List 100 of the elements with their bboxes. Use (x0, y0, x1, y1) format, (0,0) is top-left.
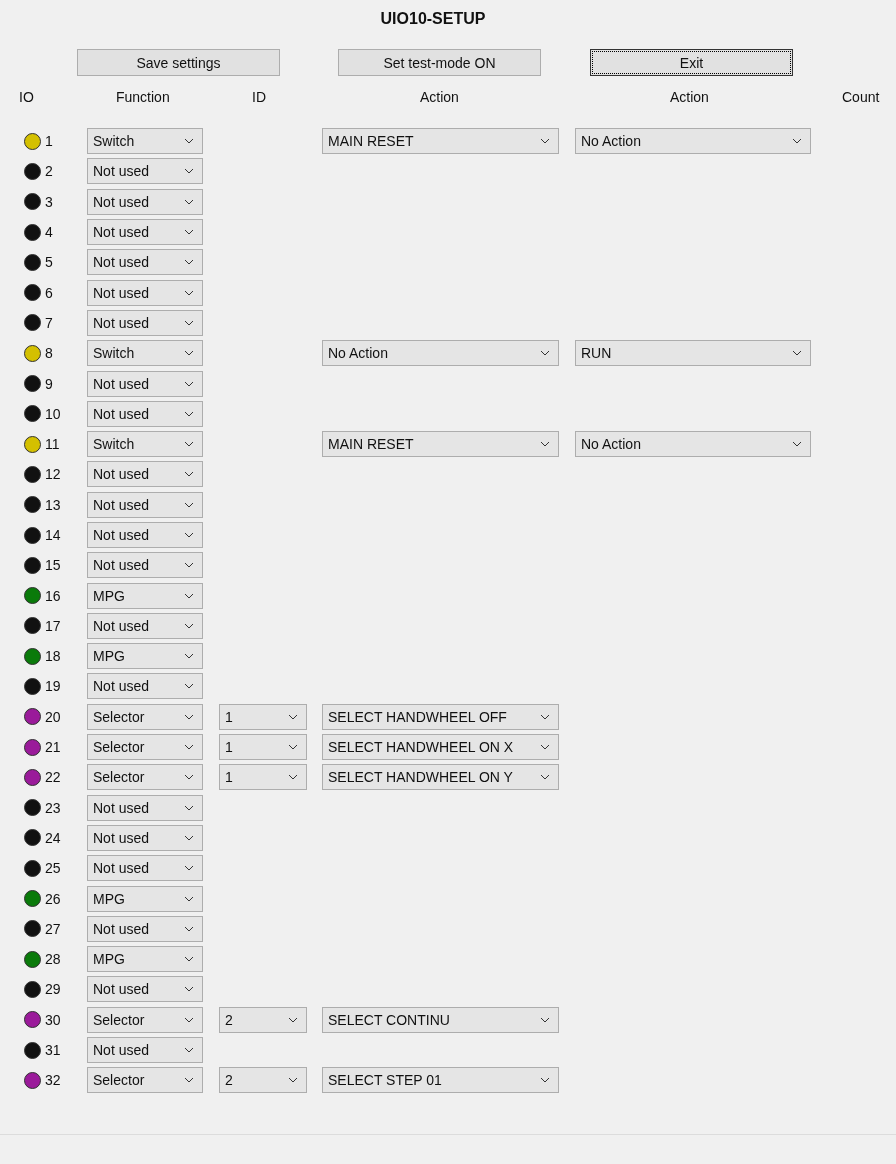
chevron-down-icon (288, 713, 298, 720)
action-dropdown[interactable]: SELECT CONTINU (322, 1006, 559, 1033)
function-dropdown[interactable]: Selector (87, 703, 203, 730)
function-dropdown[interactable]: Switch (87, 340, 203, 367)
action-dropdown[interactable]: SELECT HANDWHEEL ON X (322, 734, 559, 761)
function-dropdown[interactable]: Selector (87, 734, 203, 761)
chevron-down-icon (184, 895, 194, 902)
function-dropdown[interactable]: Switch (87, 128, 203, 155)
chevron-down-icon (540, 713, 550, 720)
column-header: ID (252, 89, 266, 105)
function-dropdown[interactable]: MPG (87, 946, 203, 973)
action-dropdown[interactable]: SELECT STEP 01 (322, 1067, 559, 1094)
chevron-down-icon (184, 441, 194, 448)
io-number: 3 (45, 193, 53, 210)
function-dropdown[interactable]: Not used (87, 915, 203, 942)
chevron-down-icon (184, 380, 194, 387)
action-dropdown[interactable]: MAIN RESET (322, 128, 559, 155)
chevron-down-icon (184, 319, 194, 326)
io-number: 18 (45, 648, 61, 665)
io-number: 14 (45, 527, 61, 543)
function-dropdown[interactable]: Not used (87, 612, 203, 639)
chevron-down-icon (184, 986, 194, 993)
action-dropdown[interactable]: No Action (575, 128, 811, 155)
function-dropdown[interactable]: Not used (87, 522, 203, 548)
io-number: 22 (45, 769, 61, 786)
id-dropdown[interactable]: 1 (219, 734, 307, 761)
io-number: 31 (45, 1042, 61, 1059)
function-dropdown[interactable]: Not used (87, 279, 203, 306)
function-dropdown[interactable]: Not used (87, 673, 203, 700)
chevron-down-icon (540, 441, 550, 448)
function-dropdown[interactable]: Not used (87, 1037, 203, 1064)
chevron-down-icon (184, 289, 194, 296)
chevron-down-icon (288, 744, 298, 751)
function-dropdown[interactable]: MPG (87, 643, 203, 670)
function-dropdown[interactable]: MPG (87, 885, 203, 912)
chevron-down-icon (288, 1077, 298, 1084)
chevron-down-icon (184, 1047, 194, 1054)
function-dropdown[interactable]: Not used (87, 249, 203, 276)
chevron-down-icon (184, 562, 194, 569)
function-dropdown[interactable]: Not used (87, 824, 203, 851)
chevron-down-icon (184, 956, 194, 963)
io-number: 19 (45, 678, 61, 695)
function-dropdown[interactable]: Not used (87, 219, 203, 246)
function-dropdown[interactable]: Selector (87, 764, 203, 791)
function-dropdown[interactable]: Selector (87, 1006, 203, 1033)
id-dropdown[interactable]: 2 (219, 1006, 307, 1033)
action-dropdown[interactable]: RUN (575, 340, 811, 367)
action-dropdown[interactable]: No Action (575, 431, 811, 458)
io-number: 23 (45, 799, 61, 816)
id-dropdown[interactable]: 2 (219, 1067, 307, 1094)
chevron-down-icon (184, 350, 194, 357)
column-header: Action (670, 89, 709, 105)
action-dropdown[interactable]: SELECT HANDWHEEL OFF (322, 703, 559, 730)
io-number: 21 (45, 739, 61, 756)
chevron-down-icon (540, 1016, 550, 1023)
action-dropdown[interactable]: MAIN RESET (322, 431, 559, 458)
function-dropdown[interactable]: Not used (87, 158, 203, 185)
function-dropdown[interactable]: Not used (87, 976, 203, 1003)
function-dropdown[interactable]: Not used (87, 309, 203, 336)
function-dropdown[interactable]: Not used (87, 370, 203, 397)
io-number: 30 (45, 1011, 61, 1028)
chevron-down-icon (184, 713, 194, 720)
io-number: 32 (45, 1072, 61, 1089)
chevron-down-icon (184, 1077, 194, 1084)
id-dropdown[interactable]: 1 (219, 703, 307, 730)
function-dropdown[interactable]: Selector (87, 1067, 203, 1094)
io-number: 6 (45, 284, 53, 301)
io-number: 20 (45, 708, 61, 725)
function-dropdown[interactable]: Not used (87, 461, 203, 488)
chevron-down-icon (184, 138, 194, 145)
action-dropdown[interactable]: No Action (322, 340, 559, 367)
push-button[interactable]: Set test-mode ON (338, 49, 541, 76)
function-dropdown[interactable]: Not used (87, 855, 203, 882)
function-dropdown[interactable]: Not used (87, 552, 203, 579)
column-header: Action (420, 89, 459, 105)
function-dropdown[interactable]: Not used (87, 400, 203, 427)
io-number: 17 (45, 617, 61, 634)
chevron-down-icon (792, 350, 802, 357)
chevron-down-icon (184, 804, 194, 811)
push-button[interactable]: Save settings (77, 49, 280, 76)
io-number: 1 (45, 133, 53, 150)
function-dropdown[interactable]: Switch (87, 431, 203, 458)
function-dropdown[interactable]: MPG (87, 582, 203, 609)
io-number: 9 (45, 375, 53, 392)
chevron-down-icon (184, 622, 194, 629)
io-number: 8 (45, 345, 53, 362)
action-dropdown[interactable]: SELECT HANDWHEEL ON Y (322, 764, 559, 791)
chevron-down-icon (184, 410, 194, 417)
push-button[interactable]: Exit (590, 49, 793, 76)
io-number: 25 (45, 860, 61, 877)
chevron-down-icon (184, 471, 194, 478)
column-header: IO (19, 89, 34, 105)
chevron-down-icon (184, 229, 194, 236)
id-dropdown[interactable]: 1 (219, 764, 307, 791)
io-number: 4 (45, 224, 53, 241)
function-dropdown[interactable]: Not used (87, 491, 203, 518)
io-number: 28 (45, 951, 61, 968)
function-dropdown[interactable]: Not used (87, 794, 203, 821)
chevron-down-icon (184, 925, 194, 932)
function-dropdown[interactable]: Not used (87, 188, 203, 215)
